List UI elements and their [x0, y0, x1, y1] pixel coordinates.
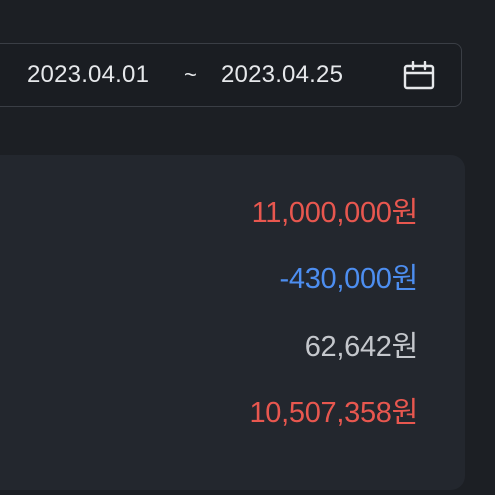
deduction-amount: -430,000원 [279, 263, 419, 295]
fee-amount: 62,642원 [304, 331, 419, 363]
date-separator: ~ [184, 62, 198, 87]
start-date[interactable]: 2023.04.01 [27, 44, 149, 106]
summary-card: 11,000,000원 -430,000원 62,642원 10,507,358… [0, 155, 465, 490]
date-range-picker[interactable]: 2023.04.01 ~ 2023.04.25 [0, 43, 462, 107]
net-total-amount: 10,507,358원 [249, 397, 418, 429]
end-date[interactable]: 2023.04.25 [221, 44, 343, 106]
total-deposit-amount: 11,000,000원 [251, 197, 419, 229]
calendar-icon[interactable] [403, 60, 435, 91]
screen: 2023.04.01 ~ 2023.04.25 11,000,000원 -430… [0, 0, 495, 495]
